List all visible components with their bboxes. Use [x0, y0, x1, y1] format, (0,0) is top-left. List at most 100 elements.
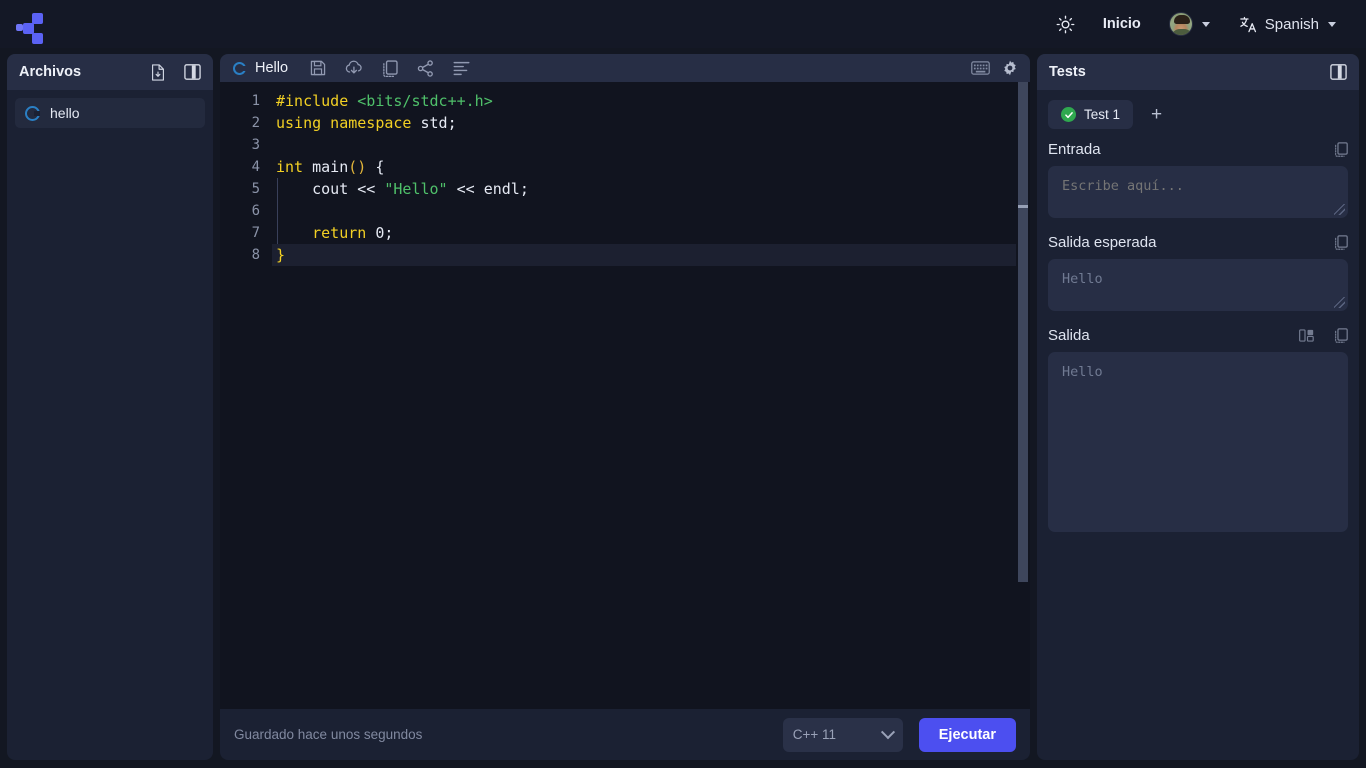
files-panel: Archivos hello — [7, 54, 213, 760]
copy-icon — [1335, 142, 1348, 157]
line-number: 1 — [251, 93, 260, 109]
code-line: int main() { — [272, 156, 1030, 178]
tests-panel-toggle-button[interactable] — [1330, 64, 1347, 80]
code-token: << endl; — [447, 180, 529, 198]
chevron-down-icon — [880, 724, 895, 739]
panel-toggle-icon — [1330, 64, 1347, 80]
copy-input-button[interactable] — [1334, 142, 1348, 157]
app-logo[interactable] — [14, 7, 58, 44]
indent-guide — [277, 200, 278, 222]
code-token: <bits/stdc++.h> — [357, 92, 493, 110]
indent-guide — [277, 222, 278, 244]
cloud-download-icon — [345, 60, 362, 74]
share-icon — [417, 59, 433, 77]
home-link[interactable]: Inicio — [1089, 10, 1155, 38]
avatar — [1168, 12, 1193, 36]
copy-icon — [1335, 235, 1348, 250]
chevron-down-icon — [1328, 21, 1336, 27]
code-token: int — [276, 158, 313, 176]
files-panel-title: Archivos — [19, 64, 82, 80]
tests-panel: Tests Test 1 + Entrada Escribe aquí... S… — [1037, 54, 1359, 760]
program-output-textarea[interactable] — [1048, 352, 1348, 532]
editor-tab-title[interactable]: Hello — [255, 60, 288, 76]
duplicate-button[interactable] — [382, 59, 398, 77]
language-menu-button[interactable]: Spanish — [1224, 9, 1350, 40]
code-line: #include <bits/stdc++.h> — [272, 90, 1030, 112]
share-button[interactable] — [417, 59, 434, 77]
settings-gear-icon — [1004, 60, 1016, 76]
output-label: Salida — [1048, 327, 1090, 344]
save-button[interactable] — [310, 60, 326, 76]
tests-panel-header: Tests — [1037, 54, 1359, 90]
code-line: cout << "Hello" << endl; — [272, 178, 1030, 200]
new-file-icon — [152, 63, 164, 81]
editor-tab-bar: Hello — [220, 54, 1030, 82]
test-input-textarea[interactable] — [1048, 166, 1348, 218]
line-number: 2 — [251, 115, 260, 131]
file-item-hello[interactable]: hello — [15, 98, 205, 128]
test-tab-label: Test 1 — [1084, 107, 1121, 122]
scrollbar-marker — [1018, 205, 1028, 208]
run-button[interactable]: Ejecutar — [918, 717, 1016, 752]
main-content: Archivos hello Hello 1 2 3 4 5 6 7 8 #in… — [0, 48, 1366, 768]
copy-output-button[interactable] — [1334, 328, 1348, 343]
language-label: Spanish — [1264, 15, 1319, 33]
keyboard-shortcuts-button[interactable] — [971, 61, 990, 75]
home-label: Inicio — [1102, 16, 1141, 32]
duplicate-icon — [383, 59, 398, 77]
line-number: 8 — [251, 247, 260, 263]
test-tab-1[interactable]: Test 1 — [1048, 100, 1134, 129]
line-number-gutter: 1 2 3 4 5 6 7 8 — [220, 82, 272, 708]
editor-footer: Guardado hace unos segundos C++ 11 Ejecu… — [220, 708, 1030, 760]
cpp-file-icon — [25, 105, 40, 121]
translate-icon — [1240, 16, 1256, 32]
line-number: 3 — [251, 137, 260, 153]
code-token: std; — [420, 114, 457, 132]
compare-diff-button[interactable] — [1299, 329, 1314, 342]
format-code-button[interactable] — [453, 61, 470, 76]
format-code-icon — [453, 61, 470, 75]
code-line — [272, 200, 1030, 222]
code-token: cout << — [276, 180, 385, 198]
scrollbar-thumb[interactable] — [1018, 82, 1028, 582]
code-editor[interactable]: 1 2 3 4 5 6 7 8 #include <bits/stdc++.h>… — [220, 82, 1030, 708]
user-menu-button[interactable] — [1155, 6, 1224, 42]
code-token: "Hello" — [384, 180, 448, 198]
code-token: () — [348, 158, 367, 176]
theme-toggle-button[interactable] — [1042, 9, 1089, 40]
input-textarea-wrap — [1048, 166, 1348, 218]
editor-settings-button[interactable] — [1002, 60, 1018, 76]
files-panel-header: Archivos — [7, 54, 213, 90]
test-tab-list: Test 1 + — [1048, 100, 1348, 129]
chevron-down-icon — [1201, 21, 1210, 27]
line-number: 7 — [251, 225, 260, 241]
code-line: return 0; — [272, 222, 1030, 244]
language-select-value: C++ 11 — [792, 727, 837, 742]
code-token: { — [366, 158, 385, 176]
language-select[interactable]: C++ 11 — [782, 717, 903, 752]
tests-panel-body: Test 1 + Entrada Escribe aquí... Salida … — [1037, 90, 1359, 760]
input-label: Entrada — [1048, 141, 1101, 158]
files-panel-toggle-button[interactable] — [184, 64, 201, 80]
line-number: 5 — [251, 181, 260, 197]
code-line: using namespace std; — [272, 112, 1030, 134]
expected-output-textarea[interactable] — [1048, 259, 1348, 311]
copy-expected-button[interactable] — [1334, 235, 1348, 250]
line-number: 4 — [251, 159, 260, 175]
output-textarea-wrap — [1048, 352, 1348, 532]
code-token: } — [276, 246, 286, 264]
code-token: return — [312, 224, 376, 242]
download-button[interactable] — [345, 60, 363, 76]
code-line: } — [272, 244, 1030, 266]
line-number: 6 — [251, 203, 260, 219]
code-token: 0; — [375, 224, 394, 242]
expected-section-header: Salida esperada — [1048, 234, 1348, 251]
add-test-button[interactable]: + — [1139, 102, 1174, 127]
sun-icon — [1056, 15, 1075, 33]
new-file-button[interactable] — [150, 63, 166, 81]
expected-output-label: Salida esperada — [1048, 234, 1157, 251]
code-content[interactable]: #include <bits/stdc++.h> using namespace … — [272, 82, 1030, 708]
cpp-file-icon — [233, 61, 246, 75]
editor-vertical-scrollbar[interactable] — [1016, 82, 1030, 708]
